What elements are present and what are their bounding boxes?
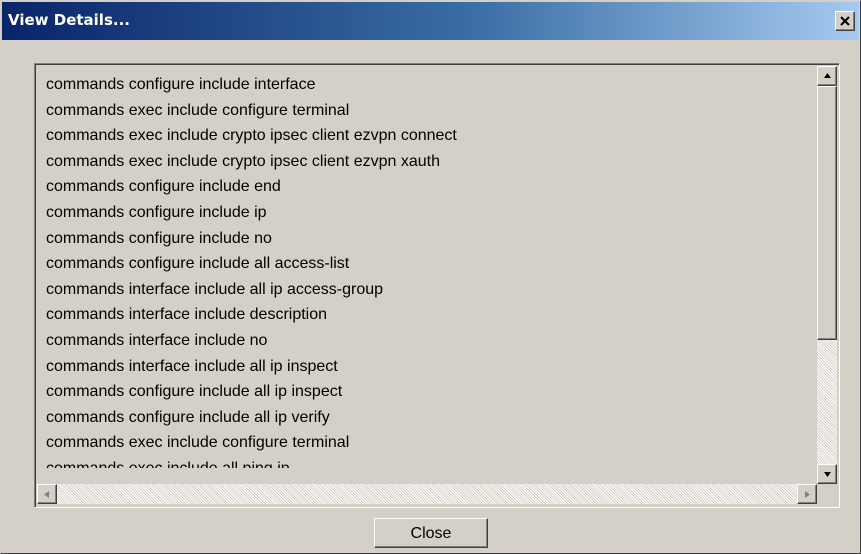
view-details-dialog: View Details... commands configure inclu… [0,0,861,554]
detail-line: commands configure include interface [46,76,316,93]
detail-line: commands interface include description [46,306,328,324]
title-close-button[interactable] [835,11,855,31]
window-title: View Details... [8,11,130,29]
arrow-right-icon [805,491,810,498]
arrow-up-icon [824,73,831,78]
detail-line: commands exec include configure terminal [46,434,350,452]
detail-line: commands interface include all ip access… [46,280,384,298]
detail-line: commands exec include crypto ipsec clien… [46,152,440,170]
details-text-area[interactable]: commands configure include interface comm… [46,72,816,468]
detail-line: commands configure include end [46,178,281,196]
details-list[interactable]: commands configure include interface comm… [34,63,840,508]
detail-line: commands configure include all access-li… [46,255,350,273]
scroll-left-button[interactable] [37,484,57,504]
arrow-left-icon [44,491,49,498]
close-icon [840,16,850,26]
scroll-right-button[interactable] [797,484,817,504]
detail-line: commands configure include all ip inspec… [46,383,343,401]
horizontal-scrollbar[interactable] [37,484,817,504]
detail-line: commands exec include crypto ipsec clien… [46,127,457,145]
detail-line: commands interface include no [46,331,268,349]
detail-line: commands exec include all ping ip [46,456,816,468]
detail-line: commands configure include ip [46,203,267,221]
scroll-up-button[interactable] [817,66,837,86]
detail-line: commands exec include configure terminal [46,101,350,119]
detail-line: commands interface include all ip inspec… [46,357,338,375]
arrow-down-icon [824,472,831,477]
title-bar[interactable]: View Details... [2,2,859,40]
scroll-down-button[interactable] [817,464,837,484]
detail-line: commands configure include all ip verify [46,408,330,426]
scrollbar-corner [817,484,837,504]
close-button[interactable]: Close [374,518,488,548]
vertical-scroll-thumb[interactable] [817,86,837,340]
detail-line: commands configure include no [46,229,272,247]
vertical-scrollbar[interactable] [817,66,837,484]
